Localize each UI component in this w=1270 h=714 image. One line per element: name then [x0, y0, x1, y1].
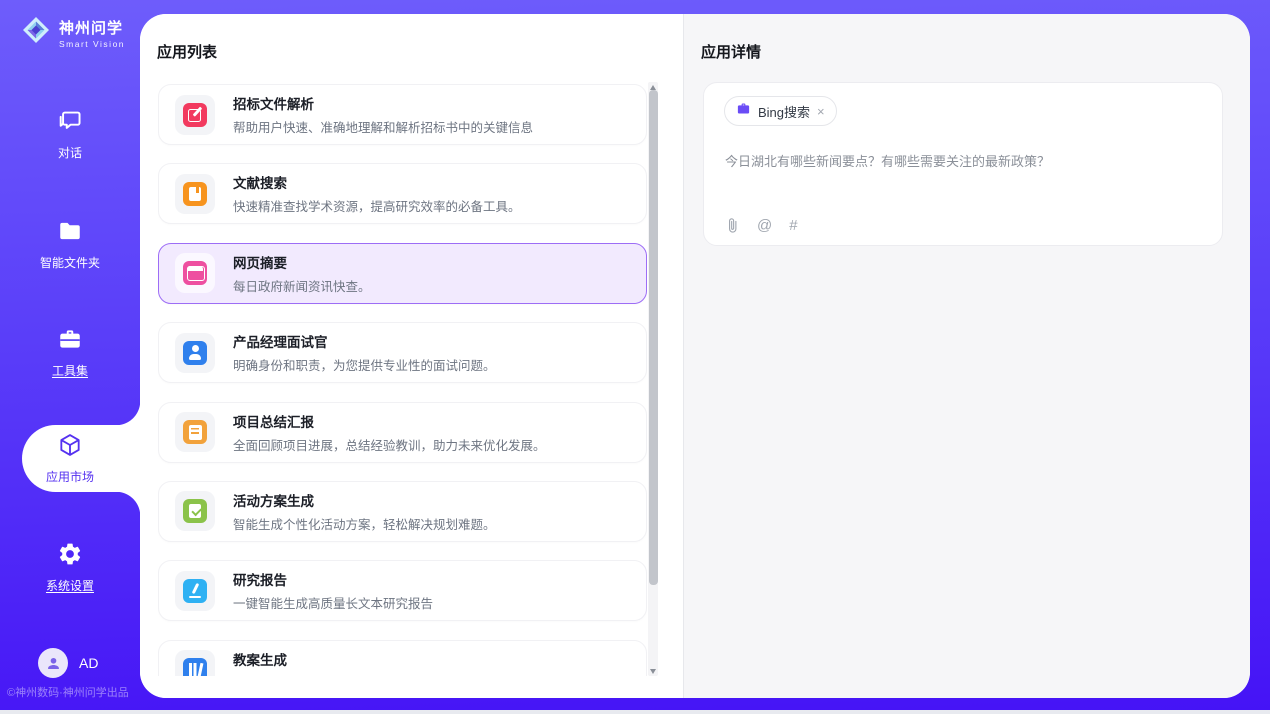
paperclip-icon[interactable]	[725, 217, 740, 234]
app-title: 产品经理面试官	[233, 331, 496, 351]
app-detail-panel: 应用详情 Bing搜索 × 今日湖北有哪些新闻要点？有哪些需要关注的最新政策？	[683, 14, 1250, 698]
app-list-panel: 应用列表 招标文件解析 帮助用户快速、准确地理解和解析招标书中的关键信息 文献搜…	[140, 14, 683, 698]
sidebar-item-label: 系统设置	[46, 577, 94, 594]
app-desc: 模板驱动，教案秒成，教学准备从此轻松快捷	[233, 673, 483, 676]
sidebar: 神州问学 Smart Vision 对话 智能文件夹	[0, 0, 140, 710]
briefcase-icon	[736, 101, 751, 121]
sidebar-item-settings[interactable]: 系统设置	[0, 541, 140, 594]
chat-icon	[57, 108, 83, 139]
sidebar-item-app-market[interactable]: 应用市场	[0, 432, 140, 485]
app-desc: 一键智能生成高质量长文本研究报告	[233, 593, 433, 612]
query-text[interactable]: 今日湖北有哪些新闻要点？有哪些需要关注的最新政策？	[725, 152, 1203, 172]
app-card-pm-interviewer[interactable]: 产品经理面试官 明确身份和职责，为您提供专业性的面试问题。	[158, 322, 647, 383]
toolbox-icon	[57, 326, 83, 357]
main-content: 应用列表 招标文件解析 帮助用户快速、准确地理解和解析招标书中的关键信息 文献搜…	[140, 14, 1250, 698]
scroll-down-arrow-icon[interactable]	[648, 666, 658, 676]
sidebar-item-chat[interactable]: 对话	[0, 108, 140, 161]
tool-chip-bing-search[interactable]: Bing搜索 ×	[724, 96, 837, 126]
interviewer-icon	[175, 333, 215, 373]
book-icon	[175, 174, 215, 214]
web-code-icon	[175, 253, 215, 293]
app-desc: 每日政府新闻资讯快查。	[233, 276, 371, 295]
microscope-icon	[175, 571, 215, 611]
edit-document-icon	[175, 95, 215, 135]
app-card-bid-document-parse[interactable]: 招标文件解析 帮助用户快速、准确地理解和解析招标书中的关键信息	[158, 84, 647, 145]
app-desc: 快速精准查找学术资源，提高研究效率的必备工具。	[233, 196, 521, 215]
app-card-web-summary[interactable]: 网页摘要 每日政府新闻资讯快查。	[158, 243, 647, 304]
notepad-icon	[175, 412, 215, 452]
gem-logo-icon	[20, 14, 52, 51]
app-desc: 智能生成个性化活动方案，轻松解决规划难题。	[233, 514, 496, 533]
attachment-toolbar: @ #	[725, 217, 798, 234]
gear-icon	[57, 541, 83, 572]
brand-logo: 神州问学 Smart Vision	[20, 14, 125, 51]
app-card-project-summary[interactable]: 项目总结汇报 全面回顾项目进展，总结经验教训，助力未来优化发展。	[158, 402, 647, 463]
sidebar-item-label: 对话	[58, 144, 82, 161]
app-desc: 明确身份和职责，为您提供专业性的面试问题。	[233, 355, 496, 374]
app-title: 教案生成	[233, 649, 483, 669]
app-card-lesson-plan[interactable]: 教案生成 模板驱动，教案秒成，教学准备从此轻松快捷	[158, 640, 647, 676]
sidebar-item-smart-folder[interactable]: 智能文件夹	[0, 218, 140, 271]
cube-icon	[57, 432, 83, 463]
app-detail-title: 应用详情	[701, 41, 761, 62]
app-title: 研究报告	[233, 569, 433, 589]
mention-at-icon[interactable]: @	[757, 217, 772, 234]
scrollbar-thumb[interactable]	[649, 90, 658, 585]
tool-chip-label: Bing搜索	[758, 102, 810, 121]
brand-tagline: Smart Vision	[59, 39, 125, 49]
sidebar-item-label: 智能文件夹	[40, 254, 100, 271]
app-card-literature-search[interactable]: 文献搜索 快速精准查找学术资源，提高研究效率的必备工具。	[158, 163, 647, 224]
brand-name: 神州问学	[59, 17, 125, 38]
copyright-footer: ©神州数码·神州问学出品	[7, 684, 147, 700]
clipboard-check-icon	[175, 491, 215, 531]
list-scrollbar[interactable]	[648, 82, 658, 676]
app-card-event-plan[interactable]: 活动方案生成 智能生成个性化活动方案，轻松解决规划难题。	[158, 481, 647, 542]
folder-icon	[57, 218, 83, 249]
avatar	[38, 648, 68, 678]
sidebar-item-label: 工具集	[52, 362, 88, 379]
prompt-card: Bing搜索 × 今日湖北有哪些新闻要点？有哪些需要关注的最新政策？ @ #	[703, 82, 1223, 246]
app-title: 项目总结汇报	[233, 411, 546, 431]
app-title: 网页摘要	[233, 252, 371, 272]
hashtag-icon[interactable]: #	[789, 217, 797, 234]
app-list-title: 应用列表	[157, 41, 217, 62]
app-list: 招标文件解析 帮助用户快速、准确地理解和解析招标书中的关键信息 文献搜索 快速精…	[158, 82, 647, 676]
app-window: 神州问学 Smart Vision 对话 智能文件夹	[0, 0, 1270, 714]
close-icon[interactable]: ×	[817, 105, 825, 118]
app-desc: 全面回顾项目进展，总结经验教训，助力未来优化发展。	[233, 435, 546, 454]
app-desc: 帮助用户快速、准确地理解和解析招标书中的关键信息	[233, 117, 533, 136]
sidebar-item-toolset[interactable]: 工具集	[0, 326, 140, 379]
sidebar-item-label: 应用市场	[46, 468, 94, 485]
books-icon	[175, 650, 215, 676]
app-title: 招标文件解析	[233, 93, 533, 113]
user-initials: AD	[79, 655, 98, 671]
app-card-research-report[interactable]: 研究报告 一键智能生成高质量长文本研究报告	[158, 560, 647, 621]
app-title: 文献搜索	[233, 172, 521, 192]
app-title: 活动方案生成	[233, 490, 496, 510]
bottom-strip	[0, 710, 1270, 714]
user-account[interactable]: AD	[38, 648, 98, 678]
